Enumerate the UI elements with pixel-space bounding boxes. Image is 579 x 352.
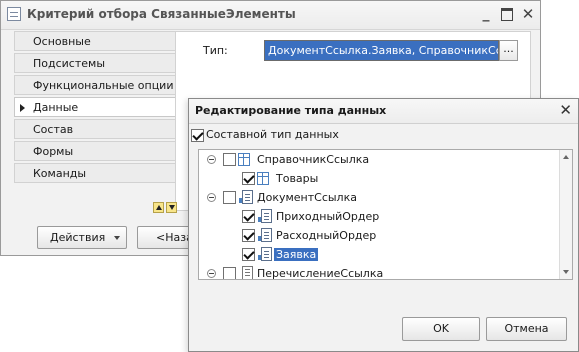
main-title-bar: Критерий отбора СвязанныеЭлементы _ ✕: [1, 1, 540, 30]
catalog-icon: [238, 153, 250, 166]
tree-node-document-ref[interactable]: ДокументСсылка: [199, 190, 559, 208]
minimize-button[interactable]: _: [476, 5, 496, 23]
type-tree[interactable]: СправочникСсылка Товары ДокументСсылка П…: [198, 149, 573, 280]
ok-button[interactable]: OK: [402, 317, 480, 341]
tab-label: Подсистемы: [33, 57, 106, 70]
tab-podsistemy[interactable]: Подсистемы: [14, 53, 176, 73]
tree-node-tovary[interactable]: Товары: [199, 171, 559, 189]
tab-label: Основные: [33, 35, 91, 48]
tree-node-prihodnyi-order[interactable]: ПриходныйОрдер: [199, 209, 559, 227]
active-arrow-icon: [20, 104, 25, 112]
tree-node-enum-ref[interactable]: ПеречислениеСсылка: [199, 266, 559, 280]
scroll-up-icon[interactable]: [563, 155, 569, 159]
type-select-button[interactable]: ...: [499, 40, 518, 61]
tree-label: СправочникСсылка: [257, 153, 370, 166]
tree-checkbox[interactable]: [223, 191, 236, 204]
type-edit-dialog: Редактирование типа данных ✕ Составной т…: [188, 98, 579, 352]
tree-label-selected: Заявка: [274, 248, 319, 261]
document-icon: [258, 228, 272, 242]
enum-icon: [242, 266, 253, 279]
tree-checkbox[interactable]: [242, 229, 255, 242]
window-title: Критерий отбора СвязанныеЭлементы: [27, 7, 296, 21]
tab-sostav[interactable]: Состав: [14, 119, 176, 139]
tab-label: Состав: [33, 123, 74, 136]
actions-label: Действия: [50, 231, 106, 244]
tab-label: Данные: [33, 101, 79, 114]
tree-label: РасходныйОрдер: [276, 229, 377, 242]
scroll-down-icon[interactable]: [563, 270, 569, 274]
cancel-button[interactable]: Отмена: [486, 317, 567, 341]
form-icon: [7, 7, 21, 21]
dialog-title: Редактирование типа данных: [195, 104, 387, 117]
tree-checkbox[interactable]: [242, 172, 255, 185]
tree-label: ПеречислениеСсылка: [257, 267, 384, 280]
document-icon: [258, 247, 272, 261]
dialog-title-bar: Редактирование типа данных ✕: [189, 99, 578, 124]
tree-label: ПриходныйОрдер: [276, 210, 380, 223]
maximize-button[interactable]: [497, 5, 517, 23]
composite-type-label: Составной тип данных: [206, 128, 339, 141]
tab-list: Основные Подсистемы Функциональные опции…: [14, 31, 176, 185]
close-icon[interactable]: ✕: [559, 101, 572, 119]
collapse-icon[interactable]: [207, 193, 216, 202]
tree-label: ДокументСсылка: [257, 191, 357, 204]
tree-checkbox[interactable]: [223, 153, 236, 166]
tree-checkbox[interactable]: [242, 210, 255, 223]
collapse-icon[interactable]: [207, 269, 216, 278]
move-up-button[interactable]: [153, 202, 164, 213]
arrow-up-icon: [156, 205, 162, 210]
close-icon[interactable]: ✕: [518, 5, 538, 23]
tree-checkbox[interactable]: [242, 248, 255, 261]
tab-label: Команды: [33, 167, 87, 180]
chevron-down-icon: [114, 236, 120, 240]
tab-komandy[interactable]: Команды: [14, 163, 176, 183]
type-field[interactable]: ДокументСсылка.Заявка, СправочникСсылка.…: [264, 40, 499, 61]
tree-checkbox[interactable]: [223, 267, 236, 279]
move-down-button[interactable]: [166, 202, 177, 213]
tree-label: Товары: [276, 172, 319, 185]
actions-button[interactable]: Действия: [37, 226, 127, 249]
tab-formy[interactable]: Формы: [14, 141, 176, 161]
tree-node-zayavka[interactable]: Заявка: [199, 247, 559, 265]
tab-label: Функциональные опции: [33, 79, 174, 92]
arrow-down-icon: [169, 205, 175, 210]
collapse-icon[interactable]: [207, 155, 216, 164]
tab-label: Формы: [33, 145, 74, 158]
document-icon: [239, 190, 253, 204]
catalog-icon: [257, 172, 269, 185]
tree-scrollbar[interactable]: [559, 150, 572, 279]
document-icon: [258, 209, 272, 223]
composite-type-checkbox[interactable]: [191, 129, 204, 142]
tab-funkcionalnye-opcii[interactable]: Функциональные опции: [14, 75, 176, 95]
tree-node-catalog-ref[interactable]: СправочникСсылка: [199, 152, 559, 170]
tab-osnovnye[interactable]: Основные: [14, 31, 176, 51]
tree-node-rashodnyi-order[interactable]: РасходныйОрдер: [199, 228, 559, 246]
type-label: Тип:: [203, 44, 228, 57]
tab-dannye[interactable]: Данные: [14, 97, 176, 117]
